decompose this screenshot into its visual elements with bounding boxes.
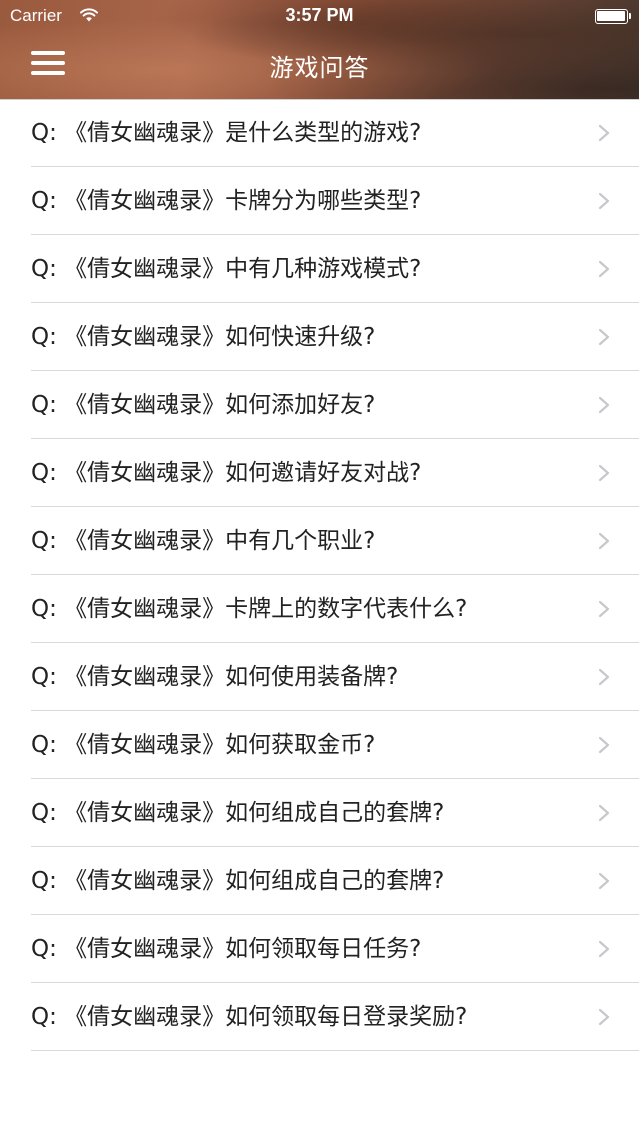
page-title: 游戏问答 <box>269 54 370 82</box>
chevron-right-icon <box>598 600 610 618</box>
battery-tip <box>629 13 631 19</box>
list-item[interactable]: Q: 《倩女幽魂录》如何组成自己的套牌? <box>0 779 639 847</box>
list-item[interactable]: Q: 《倩女幽魂录》如何获取金币? <box>0 711 639 779</box>
battery-icon <box>595 9 631 24</box>
chevron-right-icon <box>598 940 610 958</box>
list-item[interactable]: Q: 《倩女幽魂录》是什么类型的游戏? <box>0 99 639 167</box>
question-label: Q: 《倩女幽魂录》如何组成自己的套牌? <box>31 868 445 894</box>
chevron-right-icon <box>598 532 610 550</box>
question-label: Q: 《倩女幽魂录》如何获取金币? <box>31 732 376 758</box>
question-label: Q: 《倩女幽魂录》中有几个职业? <box>31 528 376 554</box>
chevron-right-icon <box>598 192 610 210</box>
question-label: Q: 《倩女幽魂录》如何添加好友? <box>31 392 376 418</box>
chevron-right-icon <box>598 260 610 278</box>
chevron-right-icon <box>598 872 610 890</box>
navigation-header: Carrier 3:57 PM 游戏问答 <box>0 0 639 100</box>
question-label: Q: 《倩女幽魂录》卡牌分为哪些类型? <box>31 188 422 214</box>
chevron-right-icon <box>598 396 610 414</box>
list-item[interactable]: Q: 《倩女幽魂录》卡牌分为哪些类型? <box>0 167 639 235</box>
status-time: 3:57 PM <box>285 5 354 25</box>
list-item[interactable]: Q: 《倩女幽魂录》如何使用装备牌? <box>0 643 639 711</box>
battery-fill <box>597 11 625 21</box>
chevron-right-icon <box>598 464 610 482</box>
chevron-right-icon <box>598 736 610 754</box>
list-item[interactable]: Q: 《倩女幽魂录》卡牌上的数字代表什么? <box>0 575 639 643</box>
list-item[interactable]: Q: 《倩女幽魂录》如何添加好友? <box>0 371 639 439</box>
question-label: Q: 《倩女幽魂录》是什么类型的游戏? <box>31 120 422 146</box>
status-bar: Carrier 3:57 PM <box>0 0 639 34</box>
chevron-right-icon <box>598 328 610 346</box>
list-item[interactable]: Q: 《倩女幽魂录》如何组成自己的套牌? <box>0 847 639 915</box>
chevron-right-icon <box>598 804 610 822</box>
list-item[interactable]: Q: 《倩女幽魂录》如何领取每日任务? <box>0 915 639 983</box>
chevron-right-icon <box>598 1008 610 1026</box>
question-label: Q: 《倩女幽魂录》如何邀请好友对战? <box>31 460 422 486</box>
question-label: Q: 《倩女幽魂录》如何组成自己的套牌? <box>31 800 445 826</box>
question-label: Q: 《倩女幽魂录》如何领取每日登录奖励? <box>31 1004 468 1030</box>
list-item[interactable]: Q: 《倩女幽魂录》如何领取每日登录奖励? <box>0 983 639 1051</box>
chevron-right-icon <box>598 668 610 686</box>
question-label: Q: 《倩女幽魂录》如何领取每日任务? <box>31 936 422 962</box>
question-label: Q: 《倩女幽魂录》中有几种游戏模式? <box>31 256 422 282</box>
question-label: Q: 《倩女幽魂录》卡牌上的数字代表什么? <box>31 596 468 622</box>
list-item[interactable]: Q: 《倩女幽魂录》中有几个职业? <box>0 507 639 575</box>
question-label: Q: 《倩女幽魂录》如何使用装备牌? <box>31 664 399 690</box>
list-item[interactable]: Q: 《倩女幽魂录》如何快速升级? <box>0 303 639 371</box>
question-list: Q: 《倩女幽魂录》是什么类型的游戏? Q: 《倩女幽魂录》卡牌分为哪些类型? Q:… <box>0 99 639 1051</box>
chevron-right-icon <box>598 124 610 142</box>
question-label: Q: 《倩女幽魂录》如何快速升级? <box>31 324 376 350</box>
list-item[interactable]: Q: 《倩女幽魂录》如何邀请好友对战? <box>0 439 639 507</box>
list-item[interactable]: Q: 《倩女幽魂录》中有几种游戏模式? <box>0 235 639 303</box>
